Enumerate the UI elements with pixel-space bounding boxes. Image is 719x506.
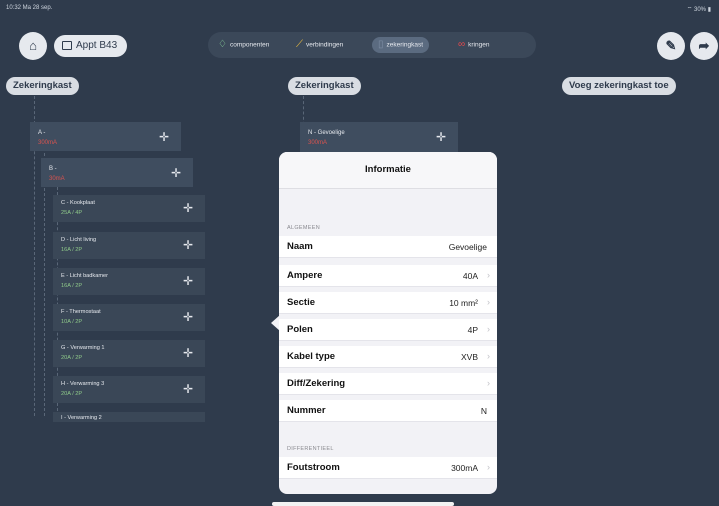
group-card-a[interactable]: A - 300mA ✛ xyxy=(30,122,181,151)
chevron-right-icon: › xyxy=(487,378,490,388)
home-icon: ⌂ xyxy=(29,38,37,53)
cable-icon: ⟋ xyxy=(296,39,303,50)
add-icon[interactable]: ✛ xyxy=(183,238,193,252)
tab-kringen[interactable]: ∞ kringen xyxy=(458,37,489,53)
section-header-general: ALGEMEEN xyxy=(287,225,320,231)
group-card-b[interactable]: B - 30mA ✛ xyxy=(41,158,193,187)
fuse-card[interactable]: C - Kookplaat 25A / 4P ✛ xyxy=(53,195,205,222)
top-toolbar: ⌂ Appt B43 ♢ componenten ⟋ verbindingen ▯ z… xyxy=(0,18,719,70)
apartment-label: Appt B43 xyxy=(76,40,118,51)
add-fusebox-button[interactable]: Voeg zekeringkast toe xyxy=(562,77,676,95)
add-icon[interactable]: ✛ xyxy=(183,274,193,288)
tab-zekeringkast[interactable]: ▯ zekeringkast xyxy=(372,37,430,53)
share-button[interactable]: ➦ xyxy=(690,32,718,60)
chevron-right-icon: › xyxy=(487,462,490,472)
add-icon[interactable]: ✛ xyxy=(159,130,169,144)
apartment-button[interactable]: Appt B43 xyxy=(54,35,128,57)
chevron-right-icon: › xyxy=(487,297,490,307)
wifi-icon: ⌔ xyxy=(686,7,693,13)
column-label-middle[interactable]: Zekeringkast xyxy=(288,77,361,95)
status-time: 10:32 Ma 28 sep. xyxy=(6,5,53,11)
share-arrow-icon: ➦ xyxy=(698,38,710,53)
add-icon[interactable]: ✛ xyxy=(183,201,193,215)
row-ampere[interactable]: Ampere 40A › xyxy=(279,265,497,287)
fuse-card[interactable]: H - Verwarming 3 20A / 2P ✛ xyxy=(53,376,205,403)
fuse-card[interactable]: F - Thermostaat 10A / 2P ✛ xyxy=(53,304,205,331)
view-segmented-control: ♢ componenten ⟋ verbindingen ▯ zekeringkast… xyxy=(208,32,536,58)
fuse-card[interactable]: E - Licht badkamer 16A / 2P ✛ xyxy=(53,268,205,295)
add-icon[interactable]: ✛ xyxy=(183,382,193,396)
row-naam[interactable]: Naam Gevoelige xyxy=(279,236,497,258)
row-nummer[interactable]: Nummer N xyxy=(279,400,497,422)
tab-componenten[interactable]: ♢ componenten xyxy=(218,37,269,53)
add-icon[interactable]: ✛ xyxy=(436,130,446,144)
row-polen[interactable]: Polen 4P › xyxy=(279,319,497,341)
row-kabel-type[interactable]: Kabel type XVB › xyxy=(279,346,497,368)
home-button[interactable]: ⌂ xyxy=(19,32,47,60)
info-popover: Informatie ALGEMEEN Naam Gevoelige Amper… xyxy=(279,152,497,494)
add-icon[interactable]: ✛ xyxy=(171,166,181,180)
add-icon[interactable]: ✛ xyxy=(183,346,193,360)
fuse-card[interactable]: G - Verwarming 1 20A / 2P ✛ xyxy=(53,340,205,367)
add-icon[interactable]: ✛ xyxy=(183,310,193,324)
section-header-differential: DIFFERENTIEEL xyxy=(287,446,334,452)
status-battery: ⌔ 30% ▮ xyxy=(686,7,711,13)
popover-title: Informatie xyxy=(279,152,497,189)
row-foutstroom[interactable]: Foutstroom 300mA › xyxy=(279,457,497,479)
fusebox-icon: ▯ xyxy=(378,39,384,50)
chevron-right-icon: › xyxy=(487,351,490,361)
fuse-card[interactable]: D - Licht living 16A / 2P ✛ xyxy=(53,232,205,259)
chevron-right-icon: › xyxy=(487,324,490,334)
edit-button[interactable]: ✎ xyxy=(657,32,685,60)
pencil-icon: ✎ xyxy=(665,38,677,53)
chevron-right-icon: › xyxy=(487,270,490,280)
bulb-icon: ♢ xyxy=(218,39,227,50)
tree-line xyxy=(44,148,45,416)
row-sectie[interactable]: Sectie 10 mm² › xyxy=(279,292,497,314)
row-diff-zekering[interactable]: Diff/Zekering › xyxy=(279,373,497,395)
column-label-left[interactable]: Zekeringkast xyxy=(6,77,79,95)
fuse-card[interactable]: I - Verwarming 2 xyxy=(53,412,205,422)
status-bar: 10:32 Ma 28 sep. ⌔ 30% ▮ xyxy=(0,0,719,18)
apartment-icon xyxy=(62,40,72,50)
loop-icon: ∞ xyxy=(458,39,466,50)
group-card-n[interactable]: N - Gevoelige 300mA ✛ xyxy=(300,122,458,152)
tab-verbindingen[interactable]: ⟋ verbindingen xyxy=(296,37,343,53)
home-indicator xyxy=(272,502,454,506)
battery-icon: ▮ xyxy=(707,7,711,13)
